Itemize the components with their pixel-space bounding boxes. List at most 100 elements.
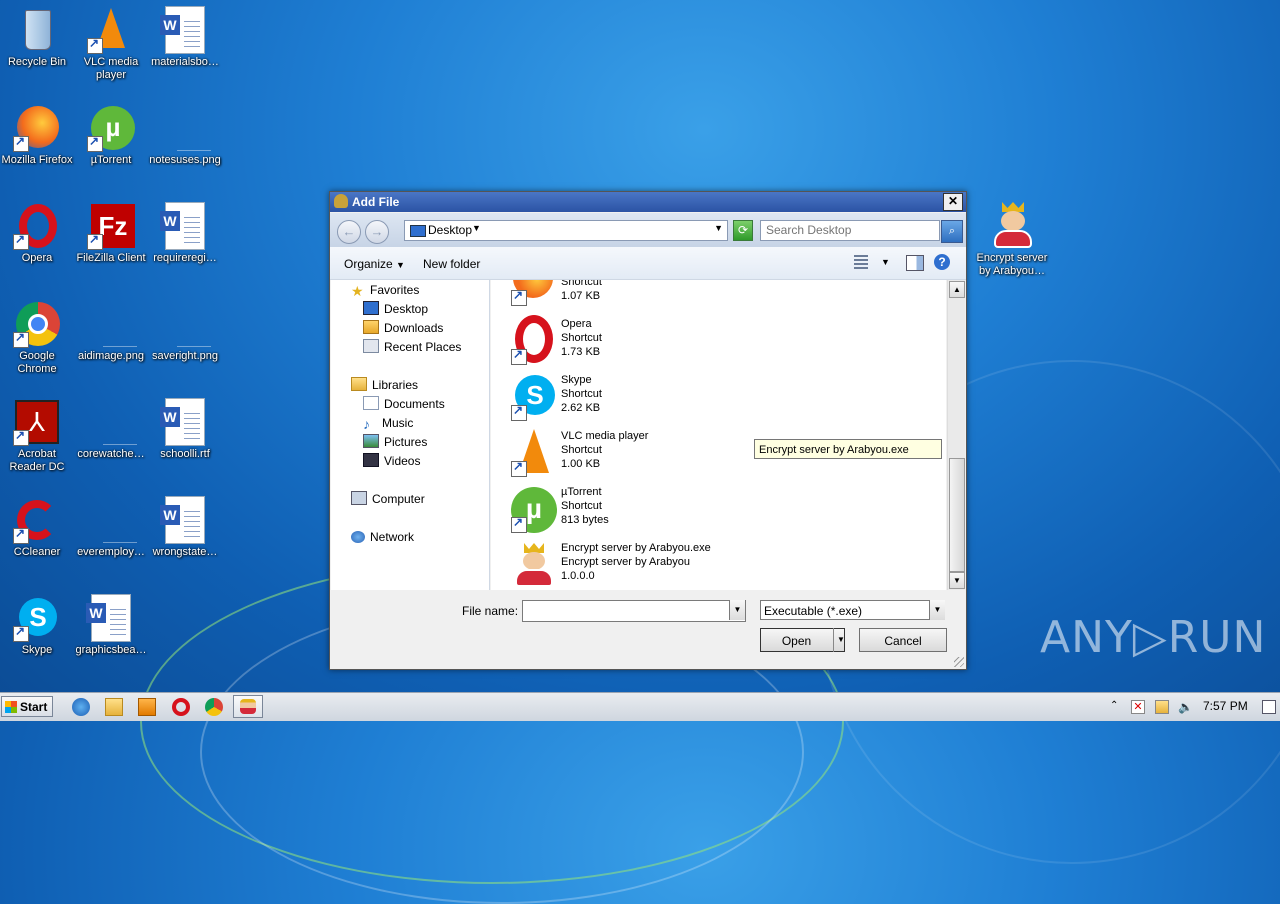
organize-menu[interactable]: Organize ▼ <box>344 257 405 271</box>
list-item[interactable]: S Skype Shortcut 2.62 KB <box>491 373 931 429</box>
file-name-input[interactable] <box>522 600 746 622</box>
vertical-scrollbar[interactable]: ▲ ▼ <box>947 280 965 590</box>
file-type-dropdown-icon[interactable]: ▼ <box>929 600 945 620</box>
opera-icon <box>13 202 61 250</box>
close-icon: ✕ <box>947 194 959 208</box>
file-type-select[interactable]: Executable (*.exe) <box>760 600 944 620</box>
desktop-icon-firefox[interactable]: Mozilla Firefox <box>0 104 74 167</box>
address-location[interactable]: Desktop <box>428 223 472 237</box>
anyrun-watermark: ANY▷RUN <box>1040 612 1267 663</box>
network-tray-icon[interactable] <box>1155 700 1169 714</box>
nav-music[interactable]: ♪ Music <box>363 414 413 432</box>
search-box[interactable] <box>760 220 940 241</box>
desktop-icon-wrongstate[interactable]: W wrongstate… <box>148 496 222 559</box>
filezilla-icon: Fz <box>87 202 135 250</box>
desktop-icon-ccleaner[interactable]: CCleaner <box>0 496 74 559</box>
nav-videos[interactable]: Videos <box>363 452 420 470</box>
vlc-cone-icon <box>511 429 555 477</box>
file-size: 1.73 KB <box>561 346 601 358</box>
navigation-bar: ← → Desktop ▼ ▼ ⟳ ⌕ <box>330 213 966 247</box>
word-document-icon: W <box>160 398 209 446</box>
file-type: Shortcut <box>561 280 602 288</box>
search-input[interactable] <box>761 221 936 238</box>
desktop-icon-requireregi[interactable]: W requireregi… <box>148 202 222 265</box>
file-version: 1.0.0.0 <box>561 570 595 582</box>
action-center-icon[interactable]: ✕ <box>1131 700 1145 714</box>
desktop-icon-corewatche[interactable]: corewatche… <box>74 398 148 461</box>
show-hidden-icons-icon[interactable]: ⌃ <box>1110 700 1124 714</box>
scroll-thumb[interactable] <box>949 458 965 572</box>
desktop-icon-notesuses[interactable]: notesuses.png <box>148 104 222 167</box>
desktop-icon-saveright[interactable]: saveright.png <box>148 300 222 363</box>
file-name: µTorrent <box>561 486 602 498</box>
list-item[interactable]: µ µTorrent Shortcut 813 bytes <box>491 485 931 541</box>
nav-network[interactable]: Network <box>351 528 414 546</box>
chrome-icon[interactable] <box>205 698 223 716</box>
close-button[interactable]: ✕ <box>943 193 963 211</box>
app-icon <box>334 194 348 208</box>
help-icon[interactable]: ? <box>934 254 950 270</box>
firefox-icon <box>511 280 555 318</box>
dialog-titlebar[interactable]: Add File ✕ <box>330 192 966 212</box>
start-button[interactable]: Start <box>1 696 53 717</box>
desktop-icon-schoolli[interactable]: W schoolli.rtf <box>148 398 222 461</box>
scroll-up-icon[interactable]: ▲ <box>949 281 965 298</box>
scroll-down-icon[interactable]: ▼ <box>949 572 965 589</box>
explorer-folder-icon[interactable] <box>105 698 123 716</box>
desktop-icon-aidimage[interactable]: aidimage.png <box>74 300 148 363</box>
file-name-dropdown-icon[interactable]: ▼ <box>729 600 745 620</box>
nav-downloads[interactable]: Downloads <box>363 319 443 337</box>
taskbar: Start ⌃ ✕ 🔈 7:57 PM <box>0 692 1280 721</box>
search-icon: ⌕ <box>948 225 956 237</box>
open-options-dropdown-icon[interactable]: ▼ <box>833 628 848 652</box>
desktop-icon-opera[interactable]: Opera <box>0 202 74 265</box>
nav-pictures[interactable]: Pictures <box>363 433 427 451</box>
new-folder-button[interactable]: New folder <box>423 257 480 271</box>
nav-computer[interactable]: Computer <box>351 490 425 508</box>
system-clock[interactable]: 7:57 PM <box>1203 699 1248 713</box>
desktop-icon-materialsbo[interactable]: W materialsbo… <box>148 6 222 69</box>
back-button[interactable]: ← <box>337 220 361 244</box>
desktop-icon-encrypt-server[interactable]: Encrypt server by Arabyou… <box>974 202 1050 278</box>
pictures-icon <box>363 434 379 448</box>
taskbar-app-encrypt-server[interactable] <box>233 695 263 718</box>
address-dropdown-icon[interactable]: ▼ <box>714 223 723 233</box>
nav-libraries[interactable]: Libraries <box>351 376 418 394</box>
image-file-icon <box>161 104 211 152</box>
forward-button[interactable]: → <box>365 220 389 244</box>
desktop-icon-graphicsbea[interactable]: W graphicsbea… <box>74 594 148 657</box>
desktop-icon-skype[interactable]: S Skype <box>0 594 74 657</box>
file-name: Opera <box>561 318 592 330</box>
internet-explorer-icon[interactable] <box>72 698 90 716</box>
media-player-icon[interactable] <box>138 698 156 716</box>
file-size: 1.00 KB <box>561 458 601 470</box>
list-item[interactable]: Encrypt server by Arabyou.exe Encrypt se… <box>491 541 931 590</box>
cancel-button[interactable]: Cancel <box>859 628 947 652</box>
list-item[interactable]: Opera Shortcut 1.73 KB <box>491 315 931 373</box>
desktop-icon-recycle-bin[interactable]: Recycle Bin <box>0 6 74 69</box>
desktop-icon-everemploy[interactable]: everemploy… <box>74 496 148 559</box>
opera-icon[interactable] <box>172 698 190 716</box>
volume-icon[interactable]: 🔈 <box>1178 700 1193 714</box>
breadcrumb-chevron-icon[interactable]: ▼ <box>472 223 481 233</box>
resize-grip[interactable] <box>954 657 964 667</box>
show-desktop-icon[interactable] <box>1262 700 1276 714</box>
desktop-icon-acrobat[interactable]: ⅄ Acrobat Reader DC <box>0 398 74 474</box>
preview-pane-icon[interactable] <box>906 255 924 271</box>
nav-desktop[interactable]: Desktop <box>363 300 428 318</box>
file-list: Shortcut 1.07 KB Opera Shortcut 1.73 KB … <box>491 280 946 590</box>
change-view-icon[interactable] <box>854 255 868 269</box>
view-options-dropdown-icon[interactable]: ▼ <box>881 257 890 267</box>
desktop-icon-utorrent[interactable]: µ µTorrent <box>74 104 148 167</box>
nav-favorites[interactable]: ★ Favorites <box>351 281 419 299</box>
desktop-icon-vlc[interactable]: VLC media player <box>74 6 148 82</box>
address-bar[interactable]: Desktop ▼ ▼ <box>404 220 728 241</box>
nav-recent-places[interactable]: Recent Places <box>363 338 461 356</box>
image-file-icon <box>87 300 137 348</box>
search-button[interactable]: ⌕ <box>941 220 963 243</box>
desktop-icon-filezilla[interactable]: Fz FileZilla Client <box>74 202 148 265</box>
refresh-button[interactable]: ⟳ <box>733 220 753 241</box>
nav-documents[interactable]: Documents <box>363 395 445 413</box>
desktop-icon-chrome[interactable]: Google Chrome <box>0 300 74 376</box>
windows-flag-icon <box>5 701 17 713</box>
